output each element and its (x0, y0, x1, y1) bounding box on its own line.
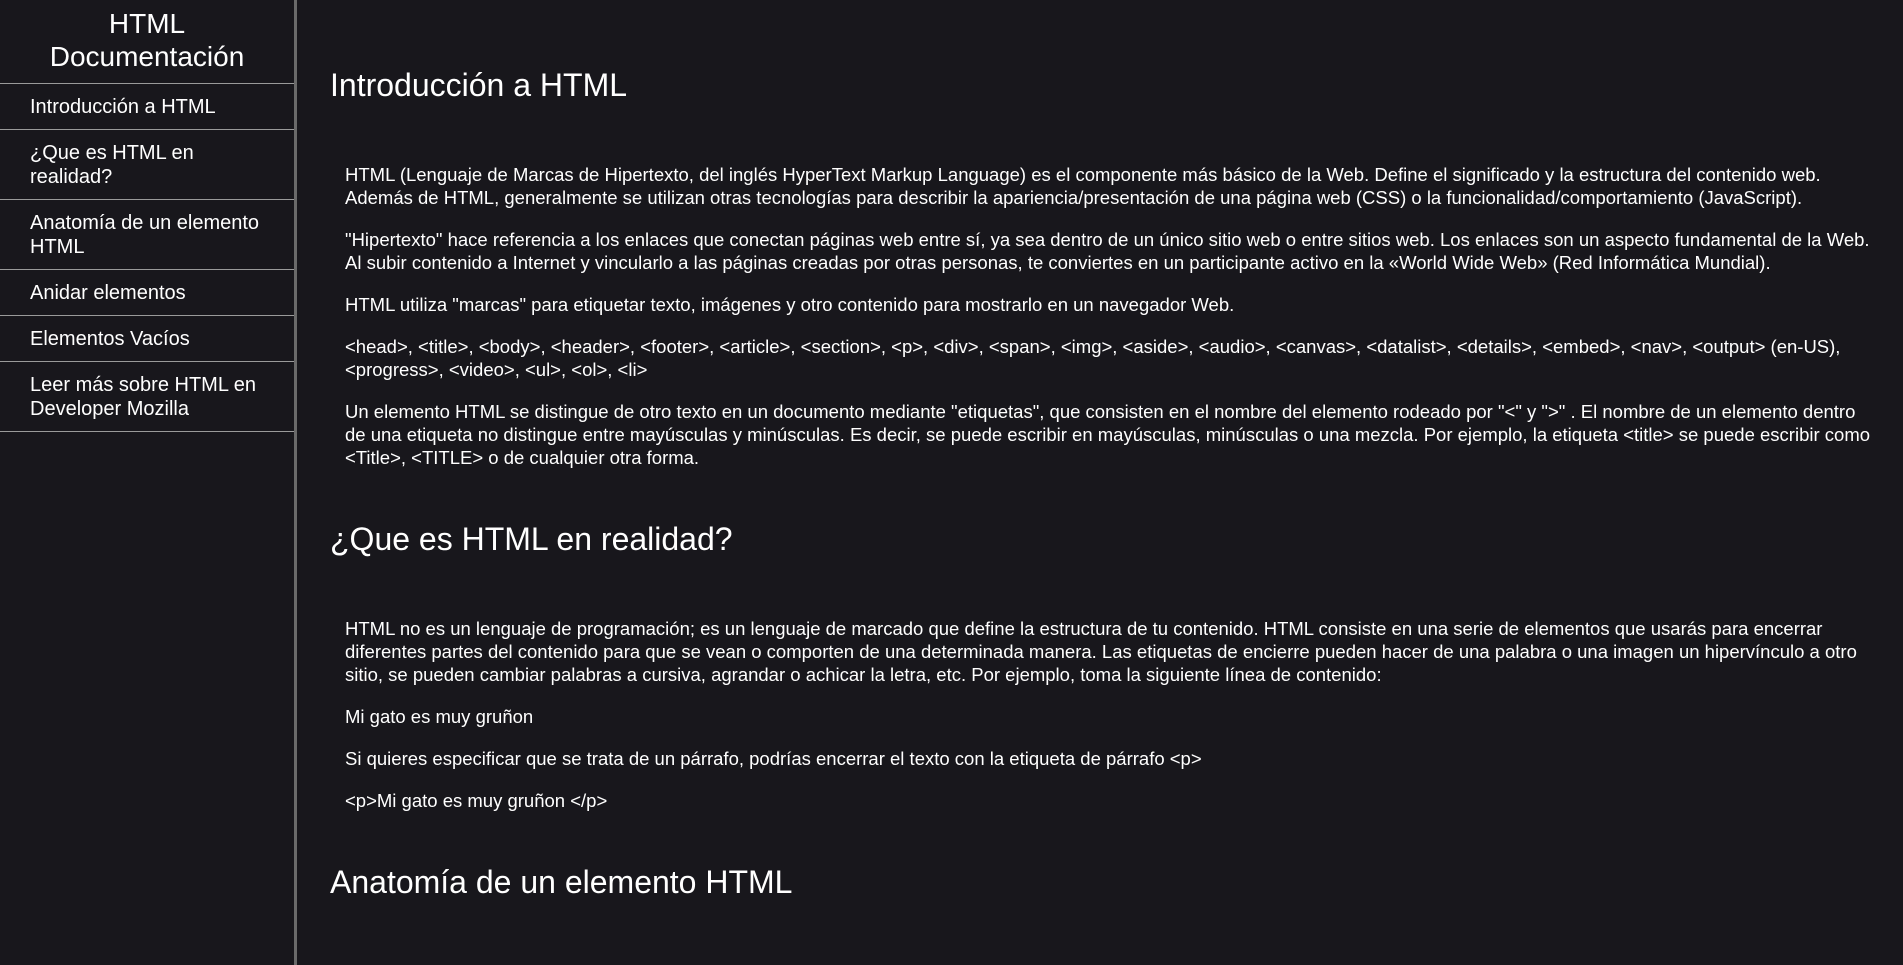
nav-list: Introducción a HTML ¿Que es HTML en real… (0, 84, 294, 432)
paragraph: Si quieres especificar que se trata de u… (345, 748, 1202, 769)
nav-item: ¿Que es HTML en realidad? (0, 130, 294, 200)
main-doc: Introducción a HTML HTML (Lenguaje de Ma… (330, 0, 1870, 965)
paragraph: <head>, <title>, <body>, <header>, <foot… (345, 336, 1841, 380)
nav-link-leer-mas[interactable]: Leer más sobre HTML en Developer Mozilla (0, 362, 294, 431)
nav-item: Introducción a HTML (0, 84, 294, 130)
section-title: Anatomía de un elemento HTML (330, 864, 793, 900)
nav-link-anidar[interactable]: Anidar elementos (0, 270, 294, 315)
nav-link-que-es-html[interactable]: ¿Que es HTML en realidad? (0, 130, 294, 199)
nav-item: Anatomía de un elemento HTML (0, 200, 294, 270)
section-title: ¿Que es HTML en realidad? (330, 521, 733, 557)
paragraph: Mi gato es muy gruñon (345, 706, 534, 727)
section-title: Introducción a HTML (330, 67, 628, 103)
section-introduccion: Introducción a HTML HTML (Lenguaje de Ma… (330, 65, 1870, 469)
navbar-title: HTML Documentación (0, 0, 294, 84)
nav-item: Elementos Vacíos (0, 316, 294, 362)
nav-link-elementos-vacios[interactable]: Elementos Vacíos (0, 316, 294, 361)
paragraph: <p>Mi gato es muy gruñon </p> (345, 790, 608, 811)
nav-link-anatomia[interactable]: Anatomía de un elemento HTML (0, 200, 294, 269)
navbar: HTML Documentación Introducción a HTML ¿… (0, 0, 297, 965)
paragraph: HTML (Lenguaje de Marcas de Hipertexto, … (345, 164, 1821, 208)
paragraph: "Hipertexto" hace referencia a los enlac… (345, 229, 1870, 273)
paragraph: HTML no es un lenguaje de programación; … (345, 618, 1857, 685)
paragraph: HTML utiliza "marcas" para etiquetar tex… (345, 294, 1235, 315)
nav-link-introduccion[interactable]: Introducción a HTML (0, 84, 294, 129)
paragraph: Un elemento HTML se distingue de otro te… (345, 401, 1870, 468)
nav-item: Leer más sobre HTML en Developer Mozilla (0, 362, 294, 432)
nav-item: Anidar elementos (0, 270, 294, 316)
section-que-es-html: ¿Que es HTML en realidad? HTML no es un … (330, 519, 1870, 812)
section-anatomia: Anatomía de un elemento HTML (330, 862, 1870, 902)
